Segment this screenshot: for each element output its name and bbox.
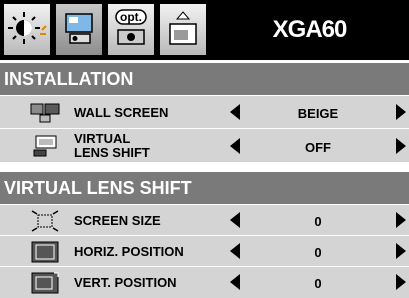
vertical-position-value: 0 xyxy=(314,276,322,291)
tab-options[interactable]: opt. xyxy=(106,2,156,57)
menu-row-screen-size[interactable]: SCREEN SIZE 0 xyxy=(0,204,409,235)
screen-size-value: 0 xyxy=(314,214,322,229)
screen-size-label: SCREEN SIZE xyxy=(74,213,161,228)
signal-mode-label: XGA60 xyxy=(210,0,409,60)
menu-row-vertical-position[interactable]: VERT. POSITION 0 xyxy=(0,266,409,298)
label-line: VIRTUAL xyxy=(74,131,131,146)
virtual-lens-shift-header: VIRTUAL LENS SHIFT xyxy=(0,172,409,204)
osd-menu: opt. XGA60 INSTALLATION WALL SCREEN BEIG… xyxy=(0,0,409,298)
vertical-position-icon xyxy=(31,272,59,294)
decrease-arrow[interactable] xyxy=(230,104,242,120)
brightness-sun-icon xyxy=(8,12,47,44)
options-tab-label: opt. xyxy=(120,10,142,24)
installation-icon xyxy=(65,13,93,44)
virtual-lens-shift-value: OFF xyxy=(305,140,331,155)
decrease-arrow[interactable] xyxy=(230,138,242,154)
wall-screen-value: BEIGE xyxy=(297,106,339,121)
signal-icon xyxy=(169,11,197,45)
increase-arrow[interactable] xyxy=(396,212,408,228)
screen-size-icon xyxy=(31,210,59,232)
decrease-arrow[interactable] xyxy=(230,274,242,290)
virtual-lens-shift-icon xyxy=(33,135,57,157)
wall-screen-icon xyxy=(30,103,60,123)
increase-arrow[interactable] xyxy=(396,104,408,120)
menu-row-wall-screen[interactable]: WALL SCREEN BEIGE xyxy=(0,95,409,128)
menu-tab-bar: opt. XGA60 xyxy=(0,0,409,60)
increase-arrow[interactable] xyxy=(396,243,408,259)
virtual-lens-shift-label: VIRTUAL LENS SHIFT xyxy=(74,132,224,160)
decrease-arrow[interactable] xyxy=(230,212,242,228)
spacer xyxy=(0,162,409,172)
vertical-position-label: VERT. POSITION xyxy=(74,275,177,290)
increase-arrow[interactable] xyxy=(396,138,408,154)
tab-picture[interactable] xyxy=(2,2,52,57)
horizontal-position-value: 0 xyxy=(314,245,322,260)
menu-row-virtual-lens-shift[interactable]: VIRTUAL LENS SHIFT OFF xyxy=(0,128,409,162)
installation-header: INSTALLATION xyxy=(0,63,409,95)
options-icon: opt. xyxy=(115,9,147,45)
tab-signal[interactable] xyxy=(158,2,208,57)
increase-arrow[interactable] xyxy=(396,274,408,290)
menu-row-horizontal-position[interactable]: HORIZ. POSITION 0 xyxy=(0,235,409,266)
horizontal-position-icon xyxy=(31,241,59,263)
wall-screen-label: WALL SCREEN xyxy=(74,105,169,120)
label-line: LENS SHIFT xyxy=(74,145,150,160)
tab-installation[interactable] xyxy=(54,2,104,57)
decrease-arrow[interactable] xyxy=(230,243,242,259)
horizontal-position-label: HORIZ. POSITION xyxy=(74,244,184,259)
